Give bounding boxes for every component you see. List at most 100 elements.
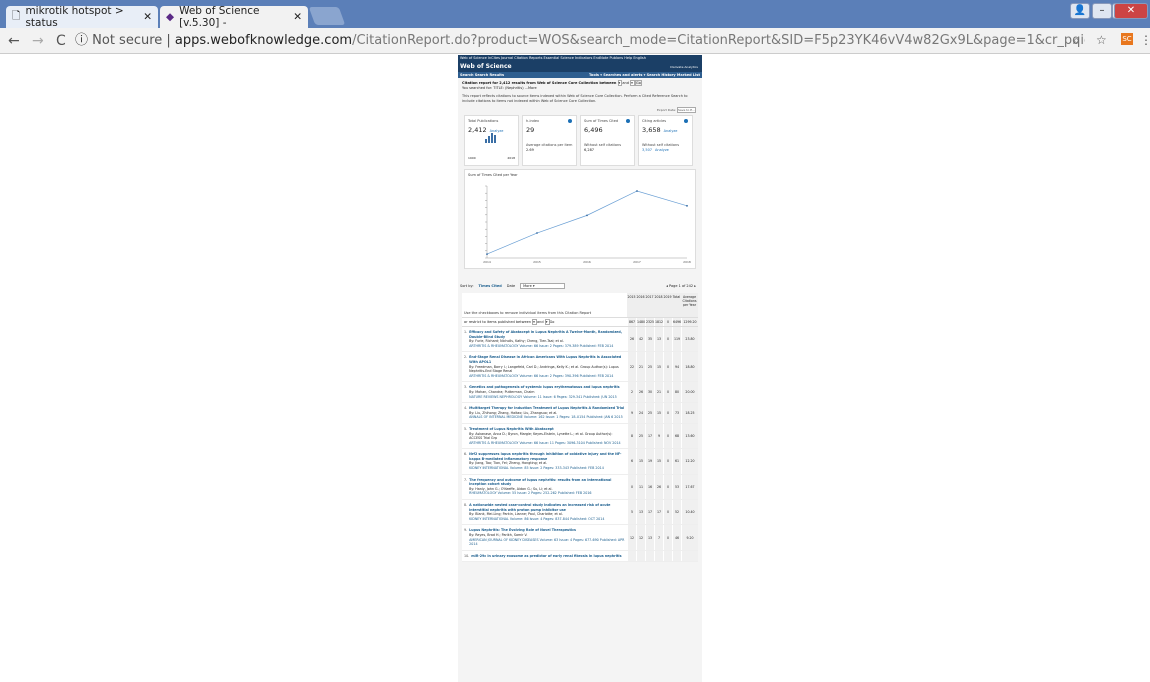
search-results-link[interactable]: Search Results bbox=[475, 73, 504, 77]
citation-cell: 23.80 bbox=[681, 327, 698, 352]
close-icon[interactable]: ✕ bbox=[143, 11, 152, 23]
data-point[interactable] bbox=[636, 190, 638, 192]
citation-cell: 53 bbox=[672, 474, 681, 500]
sort-times-cited[interactable]: Times Cited bbox=[479, 284, 502, 288]
citation-cell: 13.60 bbox=[681, 423, 698, 449]
total-cell: 1812 bbox=[654, 318, 664, 326]
result-title[interactable]: A nationwide nested case-control study i… bbox=[469, 503, 625, 512]
data-point[interactable] bbox=[686, 204, 688, 207]
series-line bbox=[486, 190, 688, 255]
export-select[interactable]: Save to E... bbox=[676, 107, 696, 113]
citation-cell: 73 bbox=[672, 403, 681, 423]
citation-cell: 2 bbox=[627, 382, 636, 403]
citation-cell bbox=[636, 550, 645, 562]
citing-label: Citing articles bbox=[642, 119, 667, 123]
citation-cell: 12.20 bbox=[681, 449, 698, 474]
result-title[interactable]: miR-29c in urinary exosome as predictor … bbox=[471, 554, 621, 559]
without-self-label: Without self citations bbox=[584, 143, 622, 147]
address-bar[interactable]: ⓘ Not secure | apps.webofknowledge.com/C… bbox=[75, 31, 1085, 51]
citation-cell: 15 bbox=[654, 403, 663, 423]
pager[interactable]: ◂ Page 1 of 242 ▸ bbox=[666, 284, 696, 288]
citation-cell: 17 bbox=[645, 500, 654, 525]
result-row: 4. Multitarget Therapy for Induction Trea… bbox=[462, 403, 698, 424]
zoom-icon[interactable]: ⌕ bbox=[1073, 33, 1080, 48]
year-col-header[interactable]: Average Citations per Year bbox=[681, 293, 698, 317]
citation-cell: 10.40 bbox=[681, 500, 698, 525]
reload-icon[interactable]: C bbox=[56, 33, 66, 49]
total-publications-card: Total Publications 2,412 Analyze 1900 201… bbox=[464, 115, 519, 166]
and-label: and bbox=[536, 320, 544, 324]
minimize-icon[interactable]: – bbox=[1092, 3, 1112, 19]
star-icon[interactable]: ☆ bbox=[1096, 33, 1107, 47]
year-col-header[interactable]: Total bbox=[672, 293, 681, 317]
citation-cell: 119 bbox=[672, 327, 681, 352]
result-title[interactable]: End-Stage Renal Disease in African Ameri… bbox=[469, 355, 625, 364]
sort-date[interactable]: Date bbox=[507, 284, 515, 288]
year-col-header[interactable]: 2017 bbox=[645, 293, 654, 317]
info-icon[interactable] bbox=[684, 119, 688, 123]
citation-cell: 21 bbox=[636, 352, 645, 382]
year-col-header[interactable]: 2018 bbox=[654, 293, 663, 317]
result-row: 7. The frequency and outcome of lupus nep… bbox=[462, 474, 698, 501]
citing-articles-card: Citing articles 3,658 Analyze Without sel… bbox=[638, 115, 693, 166]
close-icon[interactable]: ✕ bbox=[293, 11, 302, 23]
right-nav[interactable]: Tools ▾ Searches and alerts ▾ Search His… bbox=[589, 72, 700, 78]
go-button[interactable]: Go bbox=[550, 320, 555, 324]
forward-icon[interactable]: → bbox=[32, 33, 44, 49]
searched-for: You searched for: TITLE: (Nephritis) ...… bbox=[462, 86, 537, 90]
analyze-link[interactable]: Analyze bbox=[664, 129, 678, 133]
page-icon: 🗋 bbox=[12, 10, 21, 22]
citation-cell: 61 bbox=[672, 449, 681, 474]
result-journal: ARTHRITIS & RHEUMATOLOGY Volume: 66 Issu… bbox=[469, 373, 614, 378]
and-label: and bbox=[622, 81, 629, 85]
data-point[interactable] bbox=[536, 232, 538, 234]
analyze-link[interactable]: Analyze bbox=[655, 148, 669, 152]
result-title[interactable]: Efficacy and Safety of Abatacept in Lupu… bbox=[469, 330, 625, 339]
new-tab-button[interactable] bbox=[308, 7, 346, 25]
tab-web-of-science[interactable]: ◆ Web of Science [v.5.30] - ✕ bbox=[160, 5, 308, 29]
citation-cell: 18.25 bbox=[681, 403, 698, 423]
extension-icon[interactable]: SC bbox=[1121, 33, 1133, 45]
total-cell: 1480 bbox=[636, 318, 646, 326]
search-link[interactable]: Search bbox=[460, 73, 474, 77]
citation-cell: 0 bbox=[627, 474, 636, 500]
url-path: /CitationReport.do?product=WOS&search_mo… bbox=[352, 33, 1085, 48]
window-close-icon[interactable]: ✕ bbox=[1114, 3, 1148, 19]
citing-wo-value[interactable]: 3,507 bbox=[642, 148, 652, 152]
result-title[interactable]: Nrf2 suppresses lupus nephritis through … bbox=[469, 452, 625, 461]
year-to: 2018 bbox=[507, 156, 515, 160]
data-point[interactable] bbox=[586, 214, 588, 217]
result-title[interactable]: The frequency and outcome of lupus nephr… bbox=[469, 478, 625, 487]
tab-mikrotik[interactable]: 🗋 mikrotik hotspot > status ✕ bbox=[6, 5, 158, 29]
wos-brand[interactable]: Web of Science bbox=[460, 63, 512, 70]
citation-cell: 7 bbox=[654, 525, 663, 550]
without-self-value: 6,287 bbox=[584, 148, 595, 152]
citation-cell: 11 bbox=[636, 474, 645, 500]
x-tick-label: 2017 bbox=[633, 260, 641, 264]
sum-value: 6,496 bbox=[584, 126, 603, 134]
info-icon[interactable] bbox=[568, 119, 572, 123]
citation-cell: 21 bbox=[654, 382, 663, 403]
result-row: 8. A nationwide nested case-control study… bbox=[462, 500, 698, 526]
year-col-header[interactable]: 2015 bbox=[627, 293, 636, 317]
info-icon[interactable] bbox=[626, 119, 630, 123]
sort-more-select[interactable]: More ▾ bbox=[520, 283, 566, 289]
total-cell: 2325 bbox=[645, 318, 655, 326]
result-journal: ARTHRITIS & RHEUMATOLOGY Volume: 66 Issu… bbox=[469, 440, 621, 445]
bar-chart-icon[interactable] bbox=[485, 133, 497, 143]
back-icon[interactable]: ← bbox=[8, 33, 20, 49]
go-button[interactable]: Go bbox=[634, 80, 642, 86]
result-row: 5. Treatment of Lupus Nephritis With Abat… bbox=[462, 423, 698, 450]
wos-top-nav[interactable]: Web of Science InCites Journal Citation … bbox=[458, 55, 702, 62]
result-journal: ARTHRITIS & RHEUMATOLOGY Volume: 66 Issu… bbox=[469, 343, 614, 348]
citation-cell bbox=[663, 550, 672, 562]
year-col-header[interactable]: 2016 bbox=[636, 293, 645, 317]
user-icon[interactable]: 👤 bbox=[1070, 3, 1090, 19]
tab-label: Web of Science [v.5.30] - bbox=[179, 5, 260, 29]
year-col-header[interactable]: 2019 bbox=[663, 293, 672, 317]
data-point[interactable] bbox=[486, 253, 488, 256]
result-row: 6. Nrf2 suppresses lupus nephritis throug… bbox=[462, 449, 698, 475]
menu-icon[interactable]: ⋮ bbox=[1140, 33, 1150, 47]
avg-value: 2.69 bbox=[526, 148, 534, 152]
result-number: 2. bbox=[464, 355, 468, 360]
